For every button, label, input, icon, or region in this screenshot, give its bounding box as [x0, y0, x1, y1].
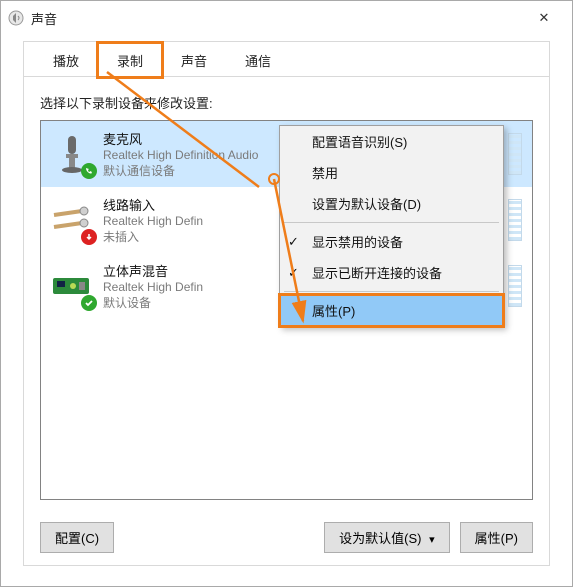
titlebar: 声音 ✕	[1, 1, 572, 35]
ctx-set-default[interactable]: 设置为默认设备(D)	[280, 188, 503, 219]
ctx-properties[interactable]: 属性(P)	[280, 295, 503, 326]
tab-sounds[interactable]: 声音	[162, 43, 226, 77]
microphone-icon	[51, 133, 93, 175]
configure-button[interactable]: 配置(C)	[40, 522, 114, 553]
phone-badge-icon	[81, 163, 97, 179]
ctx-label: 显示已断开连接的设备	[312, 263, 442, 282]
ctx-show-disabled[interactable]: ✓ 显示禁用的设备	[280, 226, 503, 257]
close-button[interactable]: ✕	[522, 2, 566, 34]
ctx-label: 显示禁用的设备	[312, 232, 403, 251]
window-title: 声音	[31, 9, 522, 28]
context-menu: 配置语音识别(S) 禁用 设置为默认设备(D) ✓ 显示禁用的设备 ✓ 显示已断…	[279, 125, 504, 327]
device-list[interactable]: 麦克风 Realtek High Definition Audio 默认通信设备…	[40, 120, 533, 500]
ctx-configure-speech[interactable]: 配置语音识别(S)	[280, 126, 503, 157]
sound-dialog: 声音 ✕ 播放 录制 声音 通信 选择以下录制设备来修改设置: 麦克风 Real…	[0, 0, 573, 587]
btn-label: 设为默认值(S)	[339, 531, 421, 546]
close-icon: ✕	[539, 10, 550, 26]
app-icon	[7, 9, 25, 27]
ctx-separator	[284, 222, 499, 223]
down-arrow-badge-icon	[81, 229, 97, 245]
level-meter	[508, 199, 522, 241]
dialog-body: 播放 录制 声音 通信 选择以下录制设备来修改设置: 麦克风 Realtek H…	[23, 41, 550, 566]
linein-icon	[51, 199, 93, 241]
tab-playback[interactable]: 播放	[34, 43, 98, 77]
tabstrip: 播放 录制 声音 通信	[24, 42, 549, 77]
check-icon: ✓	[288, 265, 299, 281]
ctx-show-disconnected[interactable]: ✓ 显示已断开连接的设备	[280, 257, 503, 288]
ctx-separator	[284, 291, 499, 292]
soundcard-icon	[51, 265, 93, 307]
properties-button[interactable]: 属性(P)	[460, 522, 533, 553]
tab-communications[interactable]: 通信	[226, 43, 290, 77]
check-icon: ✓	[288, 234, 299, 250]
dropdown-arrow-icon: ▾	[429, 534, 435, 546]
dialog-buttons: 配置(C) 设为默认值(S) ▾ 属性(P)	[40, 522, 533, 553]
set-default-button[interactable]: 设为默认值(S) ▾	[324, 522, 450, 553]
level-meter	[508, 265, 522, 307]
level-meter	[508, 133, 522, 175]
check-badge-icon	[81, 295, 97, 311]
tab-recording[interactable]: 录制	[98, 43, 162, 77]
instruction-text: 选择以下录制设备来修改设置:	[24, 77, 549, 120]
ctx-disable[interactable]: 禁用	[280, 157, 503, 188]
